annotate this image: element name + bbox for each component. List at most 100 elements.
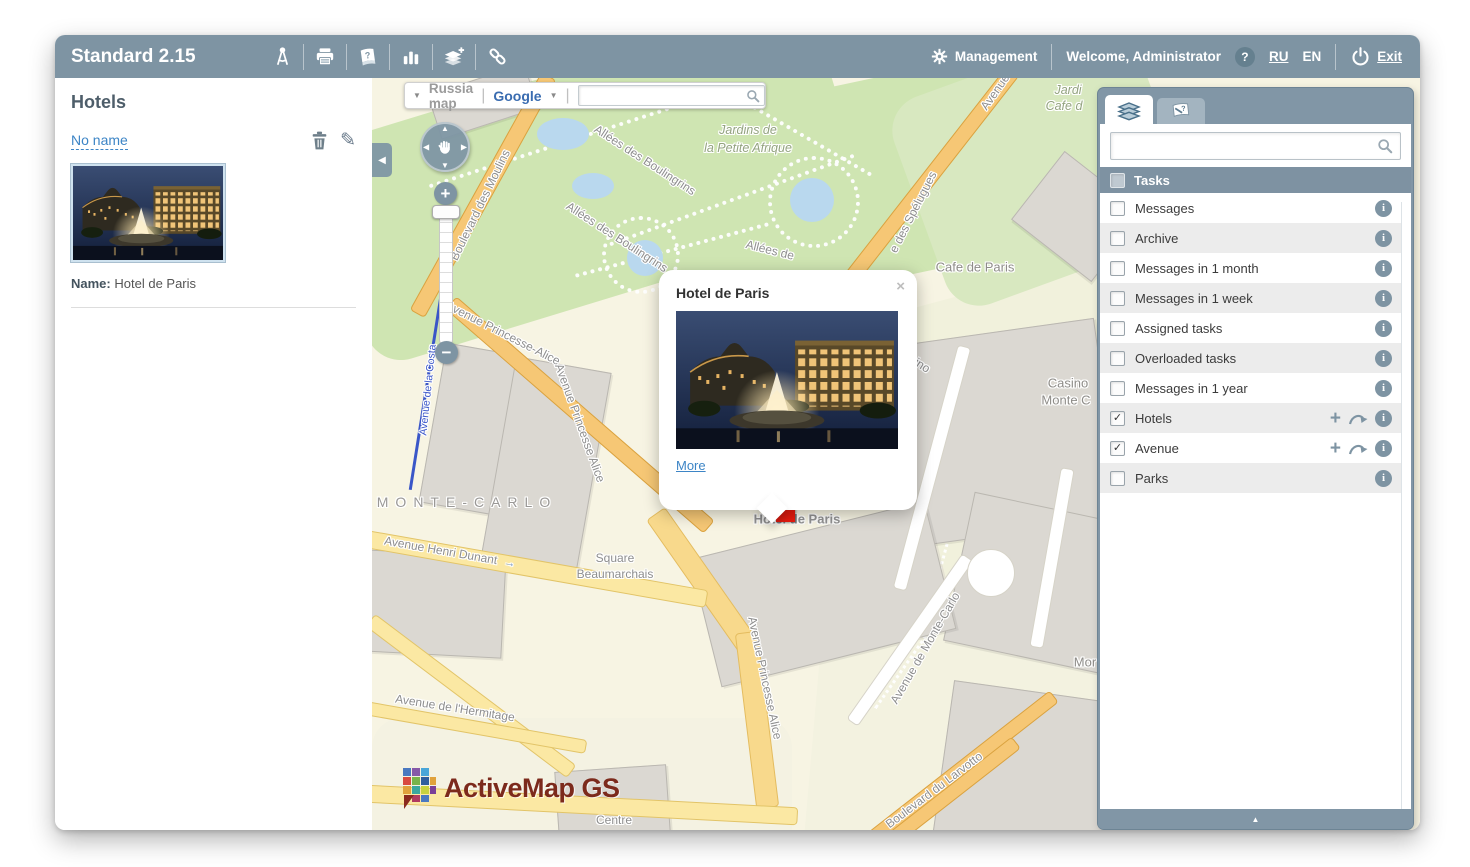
help-book-button[interactable]: ? <box>347 35 389 78</box>
legend-icon: ? <box>1171 101 1191 121</box>
layer-checkbox[interactable]: ✓ <box>1110 411 1125 426</box>
info-icon[interactable]: i <box>1375 320 1392 337</box>
info-icon[interactable]: i <box>1375 380 1392 397</box>
info-icon[interactable]: i <box>1375 200 1392 217</box>
lang-en-link[interactable]: EN <box>1302 49 1321 64</box>
activemap-pin-icon <box>398 766 438 810</box>
info-icon[interactable]: i <box>1375 230 1392 247</box>
layer-row[interactable]: Parks i <box>1100 463 1402 493</box>
pan-left-icon[interactable]: ◀ <box>423 143 429 152</box>
name-label: Name: <box>71 276 111 291</box>
group-header-tasks[interactable]: Tasks <box>1100 167 1411 193</box>
base-layer-select[interactable]: Russia map <box>429 81 473 111</box>
pan-control[interactable]: ▲ ▼ ◀ ▶ <box>420 122 470 172</box>
info-icon[interactable]: i <box>1375 470 1392 487</box>
collapse-panel-button[interactable]: ◀ <box>372 143 392 177</box>
layer-row[interactable]: Archive i <box>1100 223 1402 253</box>
delete-icon[interactable] <box>311 131 328 150</box>
object-photo-thumbnail[interactable] <box>71 164 225 262</box>
tab-legend[interactable]: ? <box>1157 98 1205 124</box>
layer-checkbox[interactable] <box>1110 381 1125 396</box>
measure-tool-button[interactable] <box>261 35 303 78</box>
zoom-slider-handle[interactable] <box>432 205 460 219</box>
layers-icon <box>1117 99 1141 121</box>
layer-row[interactable]: Overloaded tasks i <box>1100 343 1402 373</box>
layer-row-avenue[interactable]: ✓ Avenue + i <box>1100 433 1402 463</box>
provider-select[interactable]: Google <box>493 88 541 104</box>
pan-right-icon[interactable]: ▶ <box>461 143 467 152</box>
layer-row-hotels[interactable]: ✓ Hotels + i <box>1100 403 1402 433</box>
lang-ru-link[interactable]: RU <box>1269 49 1289 64</box>
provider-dropdown-icon[interactable]: ▼ <box>550 91 558 100</box>
popup-close-icon[interactable]: × <box>896 278 905 295</box>
app-window: Standard 2.15 ? <box>55 35 1420 830</box>
layer-search-input[interactable] <box>1118 138 1371 155</box>
name-value: Hotel de Paris <box>114 276 196 291</box>
layer-checkbox[interactable] <box>1110 351 1125 366</box>
object-info-panel: Hotels No name ✎ Name: Hotel de Paris <box>55 78 372 830</box>
info-icon[interactable]: i <box>1375 290 1392 307</box>
add-feature-icon[interactable]: + <box>1330 439 1341 458</box>
layer-label: Parks <box>1135 471 1365 486</box>
object-name-link[interactable]: No name <box>71 132 128 150</box>
management-button[interactable]: Management <box>931 48 1038 65</box>
popup-photo[interactable] <box>676 311 898 449</box>
share-link-button[interactable] <box>476 35 518 78</box>
panel-scrollbar-track[interactable] <box>1401 202 1411 809</box>
activemap-logo: ActiveMap GS <box>398 766 620 810</box>
layer-checkbox[interactable] <box>1110 231 1125 246</box>
layer-label: Messages in 1 month <box>1135 261 1365 276</box>
power-icon <box>1350 46 1371 67</box>
layer-checkbox[interactable] <box>1110 261 1125 276</box>
map-search-input[interactable] <box>583 88 742 104</box>
redo-arrow-icon[interactable] <box>1348 441 1368 456</box>
base-layer-dropdown-icon[interactable]: ▼ <box>413 91 421 100</box>
layer-checkbox[interactable] <box>1110 201 1125 216</box>
layer-row[interactable]: Messages in 1 week i <box>1100 283 1402 313</box>
layer-checkbox[interactable] <box>1110 321 1125 336</box>
group-checkbox[interactable] <box>1110 173 1125 188</box>
add-layer-button[interactable] <box>433 35 475 78</box>
help-book-icon: ? <box>358 47 378 67</box>
layer-checkbox[interactable]: ✓ <box>1110 441 1125 456</box>
statistics-button[interactable] <box>390 35 432 78</box>
layer-row[interactable]: Assigned tasks i <box>1100 313 1402 343</box>
panel-collapse-button[interactable]: ▲ <box>1098 809 1413 829</box>
map-label-jardi: Jardi <box>1054 83 1081 97</box>
map-pond <box>790 178 834 222</box>
help-badge[interactable]: ? <box>1235 47 1255 67</box>
tab-layers[interactable] <box>1105 95 1153 124</box>
layer-row[interactable]: Messages in 1 month i <box>1100 253 1402 283</box>
info-icon[interactable]: i <box>1375 410 1392 427</box>
exit-button[interactable]: Exit <box>1350 46 1402 67</box>
divider: | <box>566 87 570 105</box>
print-button[interactable] <box>304 35 346 78</box>
layers-panel-body: Tasks Messages i Archive i Messages in 1… <box>1100 124 1411 809</box>
layer-checkbox[interactable] <box>1110 471 1125 486</box>
layer-checkbox[interactable] <box>1110 291 1125 306</box>
redo-arrow-icon[interactable] <box>1348 411 1368 426</box>
group-label: Tasks <box>1134 173 1170 188</box>
popup-more-link[interactable]: More <box>676 458 706 473</box>
pan-down-icon[interactable]: ▼ <box>441 161 449 170</box>
edit-icon[interactable]: ✎ <box>340 129 356 152</box>
zoom-out-button[interactable]: − <box>435 341 458 364</box>
pan-up-icon[interactable]: ▲ <box>441 124 449 133</box>
layer-label: Assigned tasks <box>1135 321 1365 336</box>
info-icon[interactable]: i <box>1375 260 1392 277</box>
map-pond <box>537 118 589 150</box>
zoom-slider-track[interactable] <box>439 212 453 346</box>
info-icon[interactable]: i <box>1375 350 1392 367</box>
welcome-text: Welcome, Administrator <box>1066 49 1221 64</box>
add-feature-icon[interactable]: + <box>1330 409 1341 428</box>
layer-label: Messages in 1 week <box>1135 291 1365 306</box>
layer-row[interactable]: Messages in 1 year i <box>1100 373 1402 403</box>
zoom-in-button[interactable]: + <box>434 182 457 205</box>
info-icon[interactable]: i <box>1375 440 1392 457</box>
layer-label: Overloaded tasks <box>1135 351 1365 366</box>
layer-row[interactable]: Messages i <box>1100 193 1402 223</box>
map-roundabout <box>967 549 1015 597</box>
object-actions: ✎ <box>311 129 356 152</box>
panel-title: Hotels <box>71 92 356 113</box>
map-label-cafe-de-paris: Cafe de Paris <box>936 260 1015 275</box>
